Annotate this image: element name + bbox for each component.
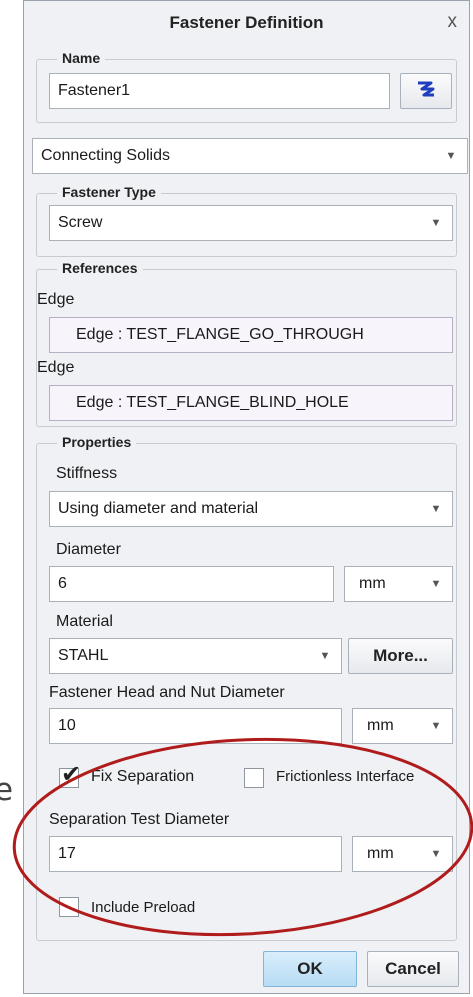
name-pick-button[interactable] [400,73,452,109]
stiffness-select[interactable]: Using diameter and material ▼ [49,491,453,527]
material-label: Material [56,613,113,630]
references-legend: References [57,260,143,276]
include-preload-label: Include Preload [91,899,196,916]
more-materials-button[interactable]: More... [348,638,453,674]
diameter-input[interactable]: 6 [49,566,334,602]
name-pick-icon [415,80,437,103]
diameter-unit-select[interactable]: mm ▼ [344,566,453,602]
head-nut-diameter-input[interactable]: 10 [49,708,342,744]
separation-test-diameter-label: Separation Test Diameter [49,811,230,828]
name-input[interactable]: Fastener1 [49,73,390,109]
frictionless-interface-label: Frictionless Interface [276,768,415,785]
head-nut-diameter-label: Fastener Head and Nut Diameter [49,684,285,701]
check-icon: ✔ [61,761,82,788]
frictionless-interface-checkbox[interactable] [244,768,264,788]
reference-2-field[interactable]: Edge : TEST_FLANGE_BLIND_HOLE [49,385,453,421]
include-preload-checkbox[interactable] [59,897,79,917]
separation-test-diameter-unit-value: mm [367,845,394,862]
diameter-unit-value: mm [359,575,386,592]
dialog-title: Fastener Definition [169,13,324,32]
chevron-down-icon: ▼ [319,650,331,662]
ok-button[interactable]: OK [263,951,357,987]
diameter-label: Diameter [56,541,121,558]
connection-type-select[interactable]: Connecting Solids ▼ [32,138,468,174]
connection-type-value: Connecting Solids [41,147,170,164]
chevron-down-icon: ▼ [430,720,442,732]
fix-separation-checkbox[interactable]: ✔ [59,763,81,788]
chevron-down-icon: ▼ [430,503,442,515]
chevron-down-icon: ▼ [430,217,442,229]
material-select[interactable]: STAHL ▼ [49,638,342,674]
stiffness-label: Stiffness [56,465,118,482]
separation-test-diameter-input[interactable]: 17 [49,836,342,872]
cancel-button[interactable]: Cancel [367,951,459,987]
fix-separation-label: Fix Separation [91,768,195,785]
fastener-type-value: Screw [58,214,103,231]
title-bar: Fastener Definition x [24,1,469,45]
chevron-down-icon: ▼ [445,150,457,162]
head-nut-diameter-unit-select[interactable]: mm ▼ [352,708,453,744]
close-button[interactable]: x [448,11,458,33]
reference-1-label: Edge [37,291,75,308]
background-page-fragment: e [0,772,20,822]
fastener-definition-dialog: Fastener Definition x Name Fastener1 Con… [23,0,470,994]
background-text: e [0,772,14,808]
chevron-down-icon: ▼ [430,578,442,590]
fastener-type-legend: Fastener Type [57,184,161,200]
reference-1-field[interactable]: Edge : TEST_FLANGE_GO_THROUGH [49,317,453,353]
material-value: STAHL [58,647,109,664]
name-legend: Name [57,50,106,66]
fastener-type-select[interactable]: Screw ▼ [49,205,453,241]
separation-test-diameter-unit-select[interactable]: mm ▼ [352,836,453,872]
reference-2-label: Edge [37,359,75,376]
stiffness-value: Using diameter and material [58,500,259,517]
chevron-down-icon: ▼ [430,848,442,860]
head-nut-diameter-unit-value: mm [367,717,394,734]
properties-legend: Properties [57,434,137,450]
